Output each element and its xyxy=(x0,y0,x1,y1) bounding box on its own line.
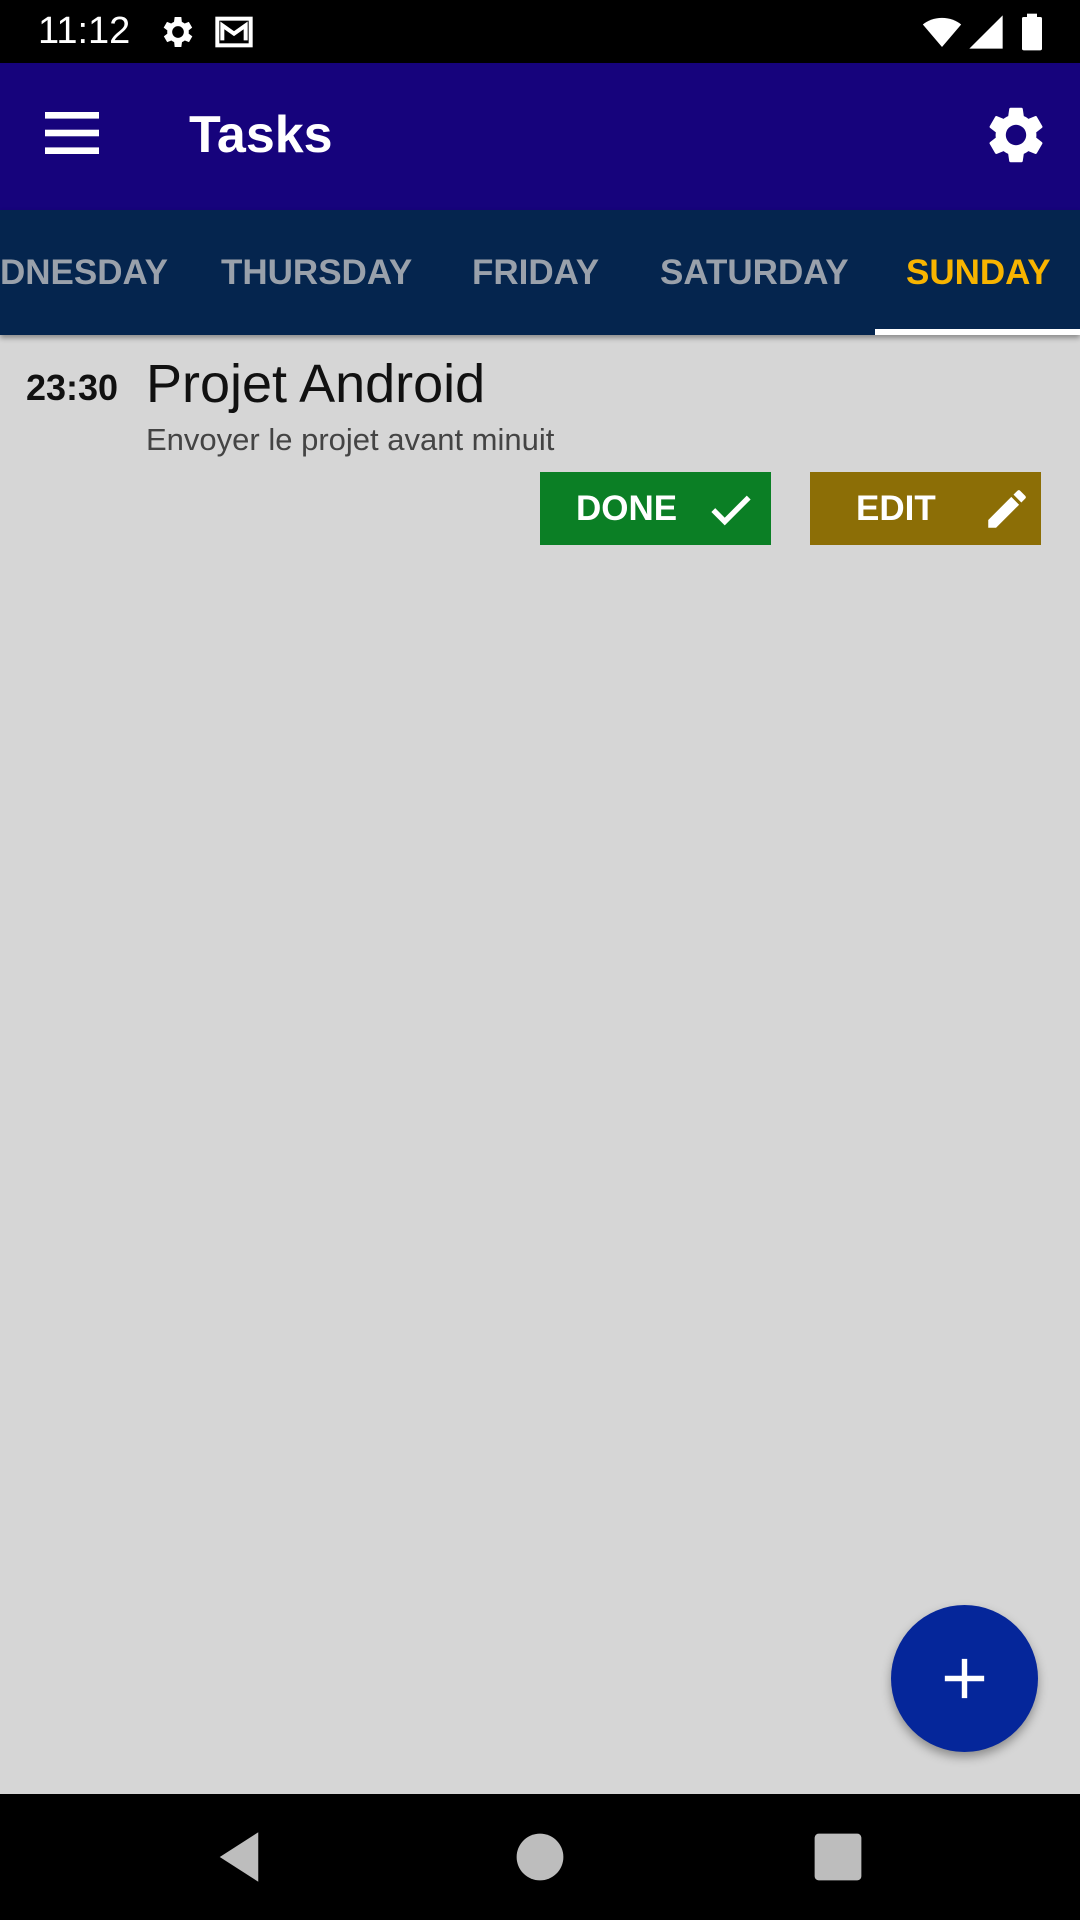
screen: 11:12 Tasks DNESDAY THURSDAY FRIDAY SATU… xyxy=(0,0,1080,1920)
home-icon[interactable] xyxy=(507,1824,573,1890)
day-tabs: DNESDAY THURSDAY FRIDAY SATURDAY SUNDAY xyxy=(0,210,1080,335)
task-description: Envoyer le projet avant minuit xyxy=(146,422,555,457)
tab-wednesday[interactable]: DNESDAY xyxy=(0,210,168,335)
gmail-icon xyxy=(215,16,253,48)
battery-icon xyxy=(1022,13,1042,51)
navigation-bar xyxy=(0,1794,1080,1920)
settings-icon xyxy=(163,17,193,47)
done-button-label: DONE xyxy=(576,489,678,528)
pencil-icon xyxy=(988,490,1026,528)
menu-icon[interactable] xyxy=(36,97,108,169)
page-title: Tasks xyxy=(189,106,333,164)
done-button[interactable]: DONE xyxy=(540,472,771,545)
gear-icon[interactable] xyxy=(982,101,1050,169)
task-title: Projet Android xyxy=(146,354,486,414)
status-time: 11:12 xyxy=(38,10,131,52)
edit-button-label: EDIT xyxy=(856,489,936,528)
active-tab-indicator xyxy=(875,329,1080,335)
plus-icon xyxy=(944,1658,985,1699)
wifi-icon xyxy=(922,17,962,47)
status-bar: 11:12 xyxy=(0,0,1080,63)
edit-button[interactable]: EDIT xyxy=(810,472,1041,545)
add-task-button[interactable] xyxy=(891,1605,1038,1752)
app-bar: Tasks xyxy=(0,63,1080,210)
check-icon xyxy=(711,495,751,526)
tab-thursday[interactable]: THURSDAY xyxy=(221,210,412,335)
tab-sunday[interactable]: SUNDAY xyxy=(906,210,1051,335)
back-icon[interactable] xyxy=(206,1824,272,1890)
task-time: 23:30 xyxy=(26,367,119,408)
tab-friday[interactable]: FRIDAY xyxy=(472,210,599,335)
tab-saturday[interactable]: SATURDAY xyxy=(660,210,849,335)
recents-icon[interactable] xyxy=(805,1824,871,1890)
signal-icon xyxy=(969,15,1003,49)
